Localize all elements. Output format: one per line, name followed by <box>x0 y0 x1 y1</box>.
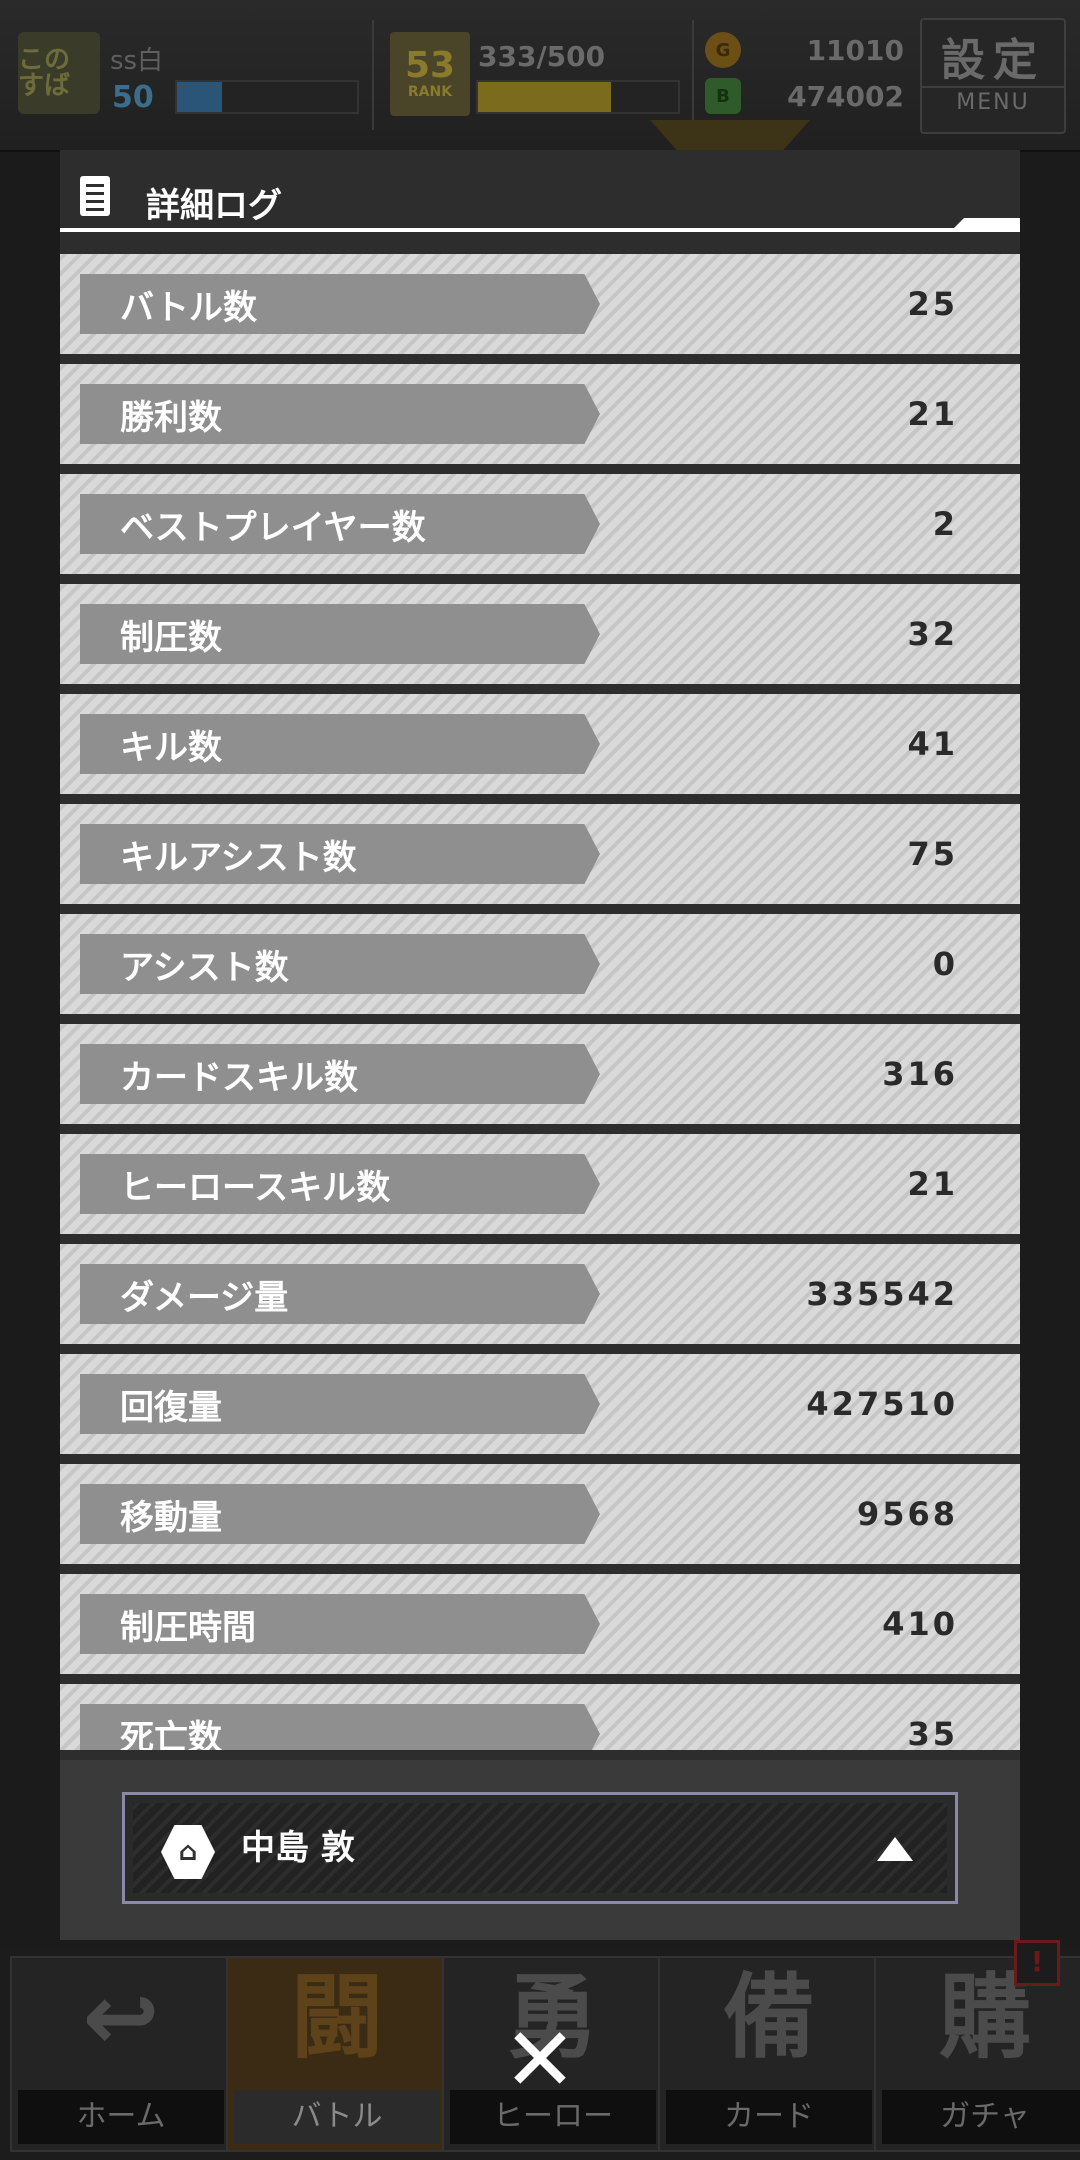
stat-row: 死亡数 35 <box>60 1684 1020 1750</box>
game-logo: この すば <box>18 32 100 114</box>
battle-icon: 闘 <box>290 1964 383 2071</box>
gold-amount: 11010 <box>806 34 904 67</box>
stat-row: キル数 41 <box>60 694 1020 794</box>
stat-label: ダメージ量 <box>80 1264 600 1324</box>
rank-progress-fill <box>478 82 612 112</box>
stat-row: ヒーロースキル数 21 <box>60 1134 1020 1234</box>
log-icon <box>80 176 110 216</box>
panel-header: 詳細ログ <box>60 150 1020 232</box>
stat-label: 勝利数 <box>80 384 600 444</box>
card-icon: 備 <box>722 1964 815 2071</box>
boot-icon: ⌂ <box>161 1825 215 1879</box>
gem-amount: 474002 <box>787 80 904 113</box>
stat-row: 回復量 427510 <box>60 1354 1020 1454</box>
stat-label: 死亡数 <box>80 1704 600 1750</box>
stat-value: 316 <box>882 1055 958 1093</box>
nav-home-button[interactable]: ↩ ホーム <box>10 1956 232 2152</box>
panel-title: 詳細ログ <box>146 186 282 226</box>
alert-badge: ! <box>1014 1940 1060 1986</box>
stat-value: 427510 <box>806 1385 958 1423</box>
stat-label: ヒーロースキル数 <box>80 1154 600 1214</box>
stat-row: 移動量 9568 <box>60 1464 1020 1564</box>
nav-label: ガチャ <box>882 2090 1080 2144</box>
stat-row: アシスト数 0 <box>60 914 1020 1014</box>
stat-label: 移動量 <box>80 1484 600 1544</box>
stat-label: バトル数 <box>80 274 600 334</box>
level-progress-fill <box>177 82 222 112</box>
stat-row: ベストプレイヤー数 2 <box>60 474 1020 574</box>
nav-label: バトル <box>234 2090 440 2144</box>
selected-player-name: 中島 敦 <box>241 1828 355 1868</box>
stat-row: 制圧数 32 <box>60 584 1020 684</box>
level-progress-bar <box>175 80 359 114</box>
stat-row: カードスキル数 316 <box>60 1024 1020 1124</box>
rank-progress-bar <box>476 80 680 114</box>
rank-exp: 333/500 <box>478 40 606 73</box>
stat-value: 21 <box>907 395 958 433</box>
close-button[interactable]: ✕ <box>500 2016 580 2104</box>
stat-label: 回復量 <box>80 1374 600 1434</box>
player-level-label: ss白 <box>110 46 164 76</box>
divider <box>692 20 694 130</box>
stat-label: キル数 <box>80 714 600 774</box>
menu-kanji: 設定 <box>941 35 1045 87</box>
stat-value: 21 <box>907 1165 958 1203</box>
stat-value: 35 <box>907 1715 958 1750</box>
divider <box>372 20 374 130</box>
stat-value: 32 <box>907 615 958 653</box>
gem-icon: B <box>705 78 741 114</box>
stat-row: 制圧時間 410 <box>60 1574 1020 1674</box>
stat-label: 制圧時間 <box>80 1594 600 1654</box>
top-status-bar: この すば ss白 50 53 RANK 333/500 G 11010 B 4… <box>0 0 1080 152</box>
stat-value: 335542 <box>806 1275 958 1313</box>
stat-value: 25 <box>907 285 958 323</box>
player-level: 50 <box>112 80 154 115</box>
home-icon: ↩ <box>82 1964 160 2071</box>
stat-label: ベストプレイヤー数 <box>80 494 600 554</box>
stat-row: キルアシスト数 75 <box>60 804 1020 904</box>
caret-up-icon <box>877 1837 913 1861</box>
stat-row: 勝利数 21 <box>60 364 1020 464</box>
menu-label: MENU <box>922 85 1064 115</box>
stat-value: 410 <box>882 1605 958 1643</box>
stat-value: 41 <box>907 725 958 763</box>
nav-label: カード <box>666 2090 872 2144</box>
settings-menu-button[interactable]: 設定 MENU <box>920 18 1066 134</box>
stat-value: 0 <box>932 945 958 983</box>
stat-row: ダメージ量 335542 <box>60 1244 1020 1344</box>
stat-value: 2 <box>932 505 958 543</box>
stat-row: バトル数 25 <box>60 254 1020 354</box>
stats-list[interactable]: バトル数 25 勝利数 21 ベストプレイヤー数 2 制圧数 32 キル数 41 キルアシスト数 75… <box>60 254 1020 1750</box>
stat-label: キルアシスト数 <box>80 824 600 884</box>
rank-label: RANK <box>407 84 453 100</box>
nav-label: ホーム <box>18 2090 224 2144</box>
stat-label: アシスト数 <box>80 934 600 994</box>
nav-battle-button[interactable]: 闘バトル <box>226 1956 448 2152</box>
stat-label: 制圧数 <box>80 604 600 664</box>
header-underline-cap <box>950 218 1020 232</box>
stat-label: カードスキル数 <box>80 1044 600 1104</box>
stat-value: 9568 <box>856 1495 958 1533</box>
rank-badge: 53 RANK <box>390 32 470 116</box>
player-selector-area: ⌂ 中島 敦 <box>60 1760 1020 1940</box>
nav-card-button[interactable]: 備カード <box>658 1956 880 2152</box>
header-underline <box>60 228 1020 232</box>
detail-log-panel: 詳細ログ バトル数 25 勝利数 21 ベストプレイヤー数 2 制圧数 32 キル数 41 キルアシ… <box>60 150 1020 1940</box>
rank-number: 53 <box>404 45 456 86</box>
stat-value: 75 <box>907 835 958 873</box>
player-select-dropdown[interactable]: ⌂ 中島 敦 <box>122 1792 958 1904</box>
coin-icon: G <box>705 32 741 68</box>
